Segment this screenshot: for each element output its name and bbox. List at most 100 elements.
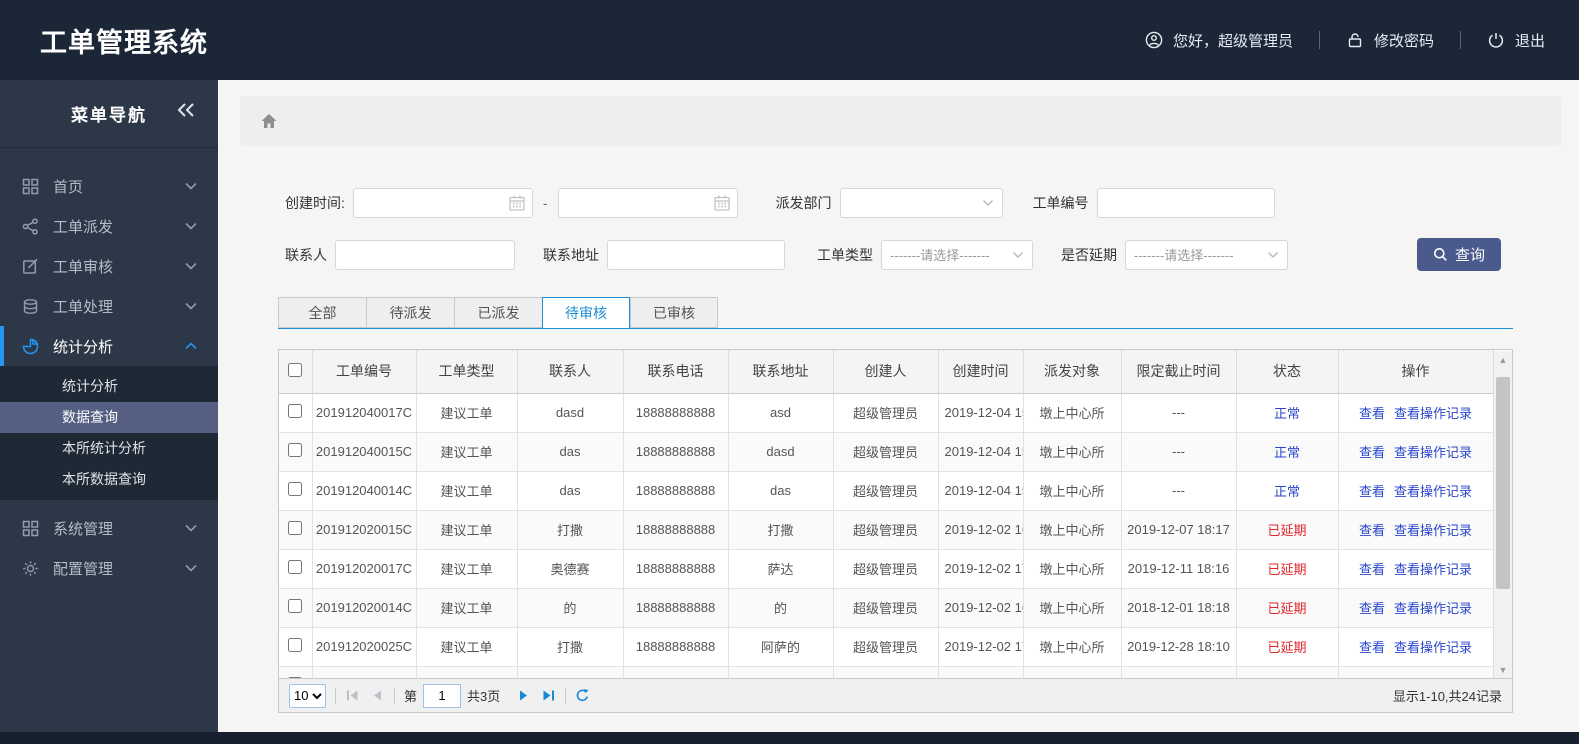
view-log-link[interactable]: 查看操作记录 (1394, 562, 1472, 577)
chevron-down-icon (185, 182, 197, 190)
view-link[interactable]: 查看 (1359, 562, 1385, 577)
sidebar-item-system[interactable]: 系统管理 (0, 508, 218, 548)
submenu-item-local-data-query[interactable]: 本所数据查询 (0, 464, 218, 495)
status-badge: 正常 (1236, 432, 1339, 472)
select-all-checkbox[interactable] (288, 362, 303, 377)
tab-all[interactable]: 全部 (278, 297, 366, 328)
cell-address: 的 (728, 588, 834, 628)
scrollbar-thumb[interactable] (1496, 377, 1510, 589)
pagination-bar: 10 第 共3页 显示1-10,共24记录 (279, 678, 1512, 712)
table-row: 201912040015C 建议工单 das 18888888888 dasd 超级管理员… (279, 432, 1494, 472)
power-icon (1488, 33, 1504, 48)
row-checkbox[interactable] (288, 560, 303, 574)
col-created: 创建时间 (938, 350, 1024, 394)
cell-deadline: --- (1121, 393, 1237, 433)
order-type-select[interactable]: -------请选择------- (881, 239, 1033, 270)
cell-order_no: 201912020025C (312, 627, 417, 667)
sidebar-item-process[interactable]: 工单处理 (0, 286, 218, 326)
logout-button[interactable]: 退出 (1487, 30, 1545, 51)
view-log-link[interactable]: 查看操作记录 (1394, 406, 1472, 421)
footer-strip (0, 732, 1579, 744)
status-badge: 已延期 (1236, 588, 1339, 628)
sidebar-item-dispatch[interactable]: 工单派发 (0, 206, 218, 246)
row-checkbox[interactable] (288, 599, 303, 613)
view-link[interactable]: 查看 (1359, 406, 1385, 421)
row-checkbox[interactable] (288, 482, 303, 496)
tab-pending-review[interactable]: 待审核 (542, 297, 630, 329)
delay-select[interactable]: -------请选择------- (1125, 239, 1288, 270)
sidebar-nav-title: 菜单导航 (71, 106, 147, 125)
scroll-up-arrow[interactable]: ▲ (1494, 351, 1512, 368)
submenu-item-local-statistics[interactable]: 本所统计分析 (0, 433, 218, 464)
cell-type: 建议工单 (416, 393, 518, 433)
menu-label: 首页 (53, 178, 84, 196)
submenu-item-statistics-analysis[interactable]: 统计分析 (0, 371, 218, 402)
view-log-link[interactable]: 查看操作记录 (1394, 484, 1472, 499)
create-time-end-wrap (557, 188, 738, 218)
view-link[interactable]: 查看 (1359, 601, 1385, 616)
cell-target: 墩上中心所 (1023, 510, 1122, 550)
cell-order_no: 201912040015C (312, 432, 417, 472)
view-log-link[interactable]: 查看操作记录 (1394, 523, 1472, 538)
chevron-down-icon (185, 302, 197, 310)
tab-reviewed[interactable]: 已审核 (630, 297, 718, 328)
change-password-button[interactable]: 修改密码 (1346, 30, 1434, 51)
filter-row-1: 创建时间: - 派发部门 工单编号 (285, 188, 1513, 218)
row-checkbox[interactable] (288, 443, 303, 457)
view-log-link[interactable]: 查看操作记录 (1394, 640, 1472, 655)
search-icon (1433, 248, 1447, 261)
view-log-link[interactable]: 查看操作记录 (1394, 601, 1472, 616)
sidebar-item-review[interactable]: 工单审核 (0, 246, 218, 286)
sidebar-item-config[interactable]: 配置管理 (0, 548, 218, 588)
row-checkbox[interactable] (288, 677, 303, 678)
create-time-start-input[interactable] (352, 188, 533, 218)
statistics-submenu: 统计分析 数据查询 本所统计分析 本所数据查询 (0, 366, 218, 500)
row-checkbox[interactable] (288, 638, 303, 652)
refresh-icon[interactable] (575, 688, 590, 703)
cell-contact: 的 (517, 588, 624, 628)
sidebar-item-statistics[interactable]: 统计分析 (0, 326, 218, 366)
sidebar-collapse-icon[interactable] (176, 102, 196, 118)
dispatch-dept-select[interactable] (839, 188, 1003, 218)
cell-order_no: 201912040017C (312, 393, 417, 433)
row-checkbox[interactable] (288, 404, 303, 418)
cell-address: 打撒 (728, 510, 834, 550)
address-input[interactable] (607, 239, 785, 270)
last-page-icon[interactable] (541, 688, 556, 703)
calendar-icon[interactable] (508, 194, 526, 212)
total-pages: 共3页 (467, 689, 501, 704)
status-badge: 已延期 (1236, 510, 1339, 550)
sidebar-item-home[interactable]: 首页 (0, 166, 218, 206)
cell-created: 2019-12-02 17 (938, 627, 1024, 667)
tab-dispatched[interactable]: 已派发 (454, 297, 542, 328)
view-link[interactable]: 查看 (1359, 523, 1385, 538)
calendar-icon[interactable] (713, 194, 731, 212)
contact-input[interactable] (335, 239, 515, 270)
submenu-item-data-query[interactable]: 数据查询 (0, 402, 218, 433)
user-greeting[interactable]: 您好，超级管理员 (1145, 30, 1293, 51)
cell-created: 2019-12-02 16 (938, 588, 1024, 628)
cell-creator: 超级管理员 (833, 549, 939, 589)
next-page-icon[interactable] (516, 688, 531, 703)
cell-creator: 超级管理员 (833, 432, 939, 472)
view-link[interactable]: 查看 (1359, 445, 1385, 460)
first-page-icon[interactable] (345, 688, 360, 703)
chevron-up-icon (185, 342, 197, 350)
create-time-end-input[interactable] (557, 188, 738, 218)
search-button[interactable]: 查询 (1416, 238, 1501, 271)
page-number-input[interactable] (423, 683, 462, 708)
row-checkbox[interactable] (288, 521, 303, 535)
col-contact: 联系人 (517, 350, 624, 394)
view-link[interactable]: 查看 (1359, 484, 1385, 499)
page-size-select[interactable]: 10 (289, 683, 326, 708)
cell-address: das (728, 471, 834, 511)
view-link[interactable]: 查看 (1359, 640, 1385, 655)
view-log-link[interactable]: 查看操作记录 (1394, 445, 1472, 460)
cell-type: 建议工单 (416, 549, 518, 589)
vertical-scrollbar[interactable]: ▲ ▼ (1493, 351, 1512, 678)
tab-pending-dispatch[interactable]: 待派发 (366, 297, 454, 328)
prev-page-icon[interactable] (370, 688, 385, 703)
home-icon[interactable] (260, 112, 278, 130)
scroll-down-arrow[interactable]: ▼ (1494, 661, 1512, 678)
order-no-input[interactable] (1096, 188, 1275, 218)
